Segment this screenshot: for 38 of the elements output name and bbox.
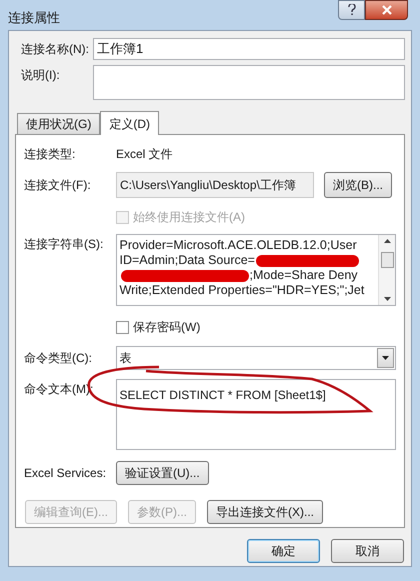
connection-string-line: ID=Admin;Data Source=	[120, 253, 255, 268]
dropdown-arrow-icon	[382, 356, 389, 360]
window-title: 连接属性	[8, 9, 60, 27]
browse-button[interactable]: 浏览(B)...	[324, 172, 392, 198]
text-area[interactable]	[93, 65, 405, 100]
field-label: 连接字符串(S):	[24, 236, 104, 253]
connection-string-line: ;Mode=Share Deny	[250, 268, 358, 283]
tab[interactable]: 定义(D)	[100, 111, 159, 135]
help-icon	[348, 4, 356, 16]
close-button[interactable]	[365, 0, 408, 20]
field-label: 说明(I):	[20, 67, 61, 84]
field-label: 连接名称(N):	[20, 41, 90, 58]
scroll-thumb[interactable]	[380, 252, 394, 268]
text-area[interactable]: Provider=Microsoft.ACE.OLEDB.12.0;User ID=Admin;Data Source= ;Mode=Share Deny Write;Extended Properties="HDR=YES;";Jet	[116, 234, 396, 306]
help-button[interactable]	[338, 0, 365, 20]
dropdown[interactable]: 表	[116, 346, 396, 370]
close-icon	[382, 5, 392, 15]
text-area[interactable]: SELECT DISTINCT * FROM [Sheet1$]	[116, 379, 396, 450]
checkbox-label: 始终使用连接文件(A)	[133, 209, 245, 226]
checkbox-label: 保存密码(W)	[133, 319, 200, 336]
scroll-down-icon	[384, 297, 390, 301]
field-label: 连接类型:	[24, 146, 76, 163]
tab[interactable]: 使用状况(G)	[17, 113, 100, 134]
checkbox[interactable]	[116, 320, 129, 334]
dialog-button[interactable]: 确定	[247, 539, 320, 563]
input-field[interactable]: 工作簿1	[93, 38, 405, 60]
field-label: Excel Services:	[24, 465, 108, 482]
field-value: Excel 文件	[116, 146, 173, 163]
connection-string-line: Write;Extended Properties="HDR=YES;";Jet	[120, 283, 364, 298]
field-label: 命令类型(C):	[24, 350, 93, 367]
scroll-up-icon	[384, 239, 390, 243]
connection-string-line: Provider=Microsoft.ACE.OLEDB.12.0;User	[120, 238, 357, 253]
dialog-button[interactable]: 取消	[331, 539, 404, 563]
input-field[interactable]: C:\Users\Yangliu\Desktop\工作簿	[116, 172, 314, 198]
action-button[interactable]: 导出连接文件(X)...	[207, 500, 323, 524]
field-label: 连接文件(F):	[24, 177, 92, 194]
auth-settings-button[interactable]: 验证设置(U)...	[116, 461, 209, 485]
scrollbar[interactable]	[378, 235, 395, 305]
